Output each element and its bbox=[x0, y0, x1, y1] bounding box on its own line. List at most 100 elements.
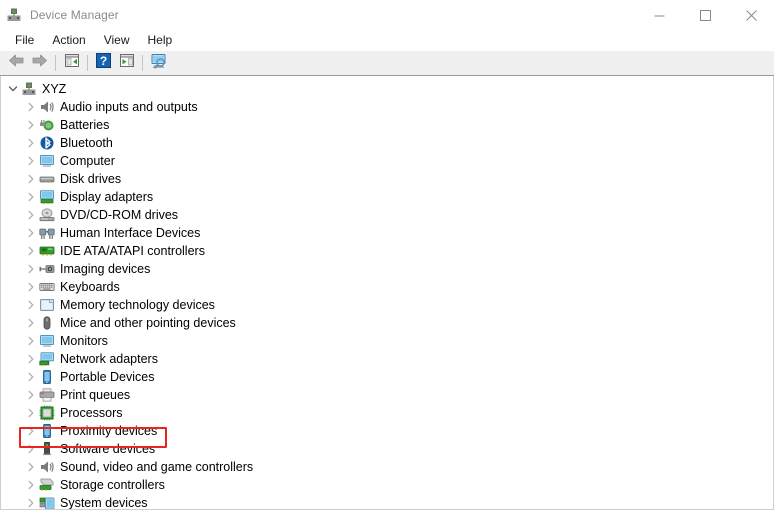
tree-item-label: Mice and other pointing devices bbox=[60, 316, 236, 330]
tree-item-batteries[interactable]: Batteries bbox=[1, 116, 773, 134]
back-arrow-icon bbox=[8, 53, 25, 73]
keyboard-icon bbox=[39, 279, 55, 295]
tree-item-label: Proximity devices bbox=[60, 424, 158, 438]
chevron-right-icon[interactable] bbox=[23, 171, 39, 187]
tree-item-mice-and-other-pointing-devices[interactable]: Mice and other pointing devices bbox=[1, 314, 773, 332]
tree-item-bluetooth[interactable]: Bluetooth bbox=[1, 134, 773, 152]
tree-item-label: Monitors bbox=[60, 334, 108, 348]
tree-item-network-adapters[interactable]: Network adapters bbox=[1, 350, 773, 368]
menu-item-file[interactable]: File bbox=[6, 31, 43, 50]
forward-arrow-icon bbox=[31, 53, 48, 73]
chevron-right-icon[interactable] bbox=[23, 369, 39, 385]
camera-icon bbox=[39, 261, 55, 277]
chevron-right-icon[interactable] bbox=[23, 243, 39, 259]
chevron-right-icon[interactable] bbox=[23, 135, 39, 151]
title-bar: Device Manager bbox=[0, 0, 774, 30]
chevron-right-icon[interactable] bbox=[23, 261, 39, 277]
chevron-right-icon[interactable] bbox=[23, 279, 39, 295]
chevron-right-icon[interactable] bbox=[23, 297, 39, 313]
battery-icon bbox=[39, 117, 55, 133]
tree-item-computer[interactable]: Computer bbox=[1, 152, 773, 170]
speaker-icon bbox=[39, 459, 55, 475]
tree-item-root[interactable]: XYZ bbox=[1, 80, 773, 98]
toolbar-separator-2 bbox=[87, 55, 88, 71]
chevron-right-icon[interactable] bbox=[23, 99, 39, 115]
chevron-right-icon[interactable] bbox=[23, 441, 39, 457]
chevron-right-icon[interactable] bbox=[23, 189, 39, 205]
toolbar-separator-1 bbox=[55, 55, 56, 71]
menu-item-action[interactable]: Action bbox=[43, 31, 94, 50]
chevron-right-icon[interactable] bbox=[23, 333, 39, 349]
menu-item-help[interactable]: Help bbox=[139, 31, 182, 50]
chevron-right-icon[interactable] bbox=[23, 423, 39, 439]
tree-item-label: Imaging devices bbox=[60, 262, 151, 276]
chevron-down-icon[interactable] bbox=[5, 81, 21, 97]
system-device-icon bbox=[39, 495, 55, 509]
chevron-right-icon[interactable] bbox=[23, 477, 39, 493]
tree-item-memory-technology-devices[interactable]: Memory technology devices bbox=[1, 296, 773, 314]
maximize-button[interactable] bbox=[682, 0, 728, 30]
tree-item-display-adapters[interactable]: Display adapters bbox=[1, 188, 773, 206]
device-tree[interactable]: XYZ Audio inputs and outputs Batteries B… bbox=[0, 76, 774, 510]
chevron-right-icon[interactable] bbox=[23, 207, 39, 223]
properties-icon bbox=[64, 53, 80, 73]
chevron-right-icon[interactable] bbox=[23, 387, 39, 403]
tree-item-dvd-cd-rom-drives[interactable]: DVD/CD-ROM drives bbox=[1, 206, 773, 224]
tree-item-ide-ata-atapi-controllers[interactable]: IDE ATA/ATAPI controllers bbox=[1, 242, 773, 260]
dvd-drive-icon bbox=[39, 207, 55, 223]
tree-item-storage-controllers[interactable]: Storage controllers bbox=[1, 476, 773, 494]
chevron-right-icon[interactable] bbox=[23, 351, 39, 367]
tree-item-keyboards[interactable]: Keyboards bbox=[1, 278, 773, 296]
tree-item-processors[interactable]: Processors bbox=[1, 404, 773, 422]
chevron-right-icon[interactable] bbox=[23, 225, 39, 241]
monitor-icon bbox=[39, 153, 55, 169]
back-button[interactable] bbox=[5, 52, 28, 74]
show-console-icon bbox=[119, 53, 135, 73]
tree-item-label: Storage controllers bbox=[60, 478, 165, 492]
network-adapter-icon bbox=[39, 351, 55, 367]
tree-item-audio-inputs-and-outputs[interactable]: Audio inputs and outputs bbox=[1, 98, 773, 116]
tree-item-portable-devices[interactable]: Portable Devices bbox=[1, 368, 773, 386]
chevron-right-icon[interactable] bbox=[23, 117, 39, 133]
tree-item-label: DVD/CD-ROM drives bbox=[60, 208, 179, 222]
menu-item-view[interactable]: View bbox=[95, 31, 139, 50]
forward-button[interactable] bbox=[28, 52, 51, 74]
tree-item-label: XYZ bbox=[42, 82, 67, 96]
tree-item-disk-drives[interactable]: Disk drives bbox=[1, 170, 773, 188]
tree-item-label: Portable Devices bbox=[60, 370, 155, 384]
tree-item-imaging-devices[interactable]: Imaging devices bbox=[1, 260, 773, 278]
properties-button[interactable] bbox=[60, 52, 83, 74]
tree-item-system-devices[interactable]: System devices bbox=[1, 494, 773, 509]
tree-item-label: Print queues bbox=[60, 388, 131, 402]
tree-item-label: IDE ATA/ATAPI controllers bbox=[60, 244, 205, 258]
monitor-icon bbox=[39, 333, 55, 349]
tree-item-label: Network adapters bbox=[60, 352, 158, 366]
window-title: Device Manager bbox=[30, 8, 119, 22]
processor-icon bbox=[39, 405, 55, 421]
chevron-right-icon[interactable] bbox=[23, 315, 39, 331]
tree-item-human-interface-devices[interactable]: Human Interface Devices bbox=[1, 224, 773, 242]
close-button[interactable] bbox=[728, 0, 774, 30]
display-adapter-icon bbox=[39, 189, 55, 205]
printer-icon bbox=[39, 387, 55, 403]
tree-item-sound-video-and-game-controllers[interactable]: Sound, video and game controllers bbox=[1, 458, 773, 476]
tree-item-proximity-devices[interactable]: Proximity devices bbox=[1, 422, 773, 440]
tree-item-label: Computer bbox=[60, 154, 115, 168]
help-button[interactable]: ? bbox=[92, 52, 115, 74]
window-controls bbox=[636, 0, 774, 30]
tree-item-software-devices[interactable]: Software devices bbox=[1, 440, 773, 458]
show-hidden-devices-button[interactable] bbox=[115, 52, 138, 74]
chevron-right-icon[interactable] bbox=[23, 405, 39, 421]
scan-hardware-changes-button[interactable] bbox=[147, 52, 170, 74]
minimize-button[interactable] bbox=[636, 0, 682, 30]
device-manager-icon bbox=[6, 7, 22, 23]
tree-item-label: Software devices bbox=[60, 442, 156, 456]
chevron-right-icon[interactable] bbox=[23, 495, 39, 509]
ide-controller-icon bbox=[39, 243, 55, 259]
chevron-right-icon[interactable] bbox=[23, 459, 39, 475]
tree-item-monitors[interactable]: Monitors bbox=[1, 332, 773, 350]
tree-item-label: Keyboards bbox=[60, 280, 120, 294]
chevron-right-icon[interactable] bbox=[23, 153, 39, 169]
tree-item-print-queues[interactable]: Print queues bbox=[1, 386, 773, 404]
menu-bar: File Action View Help bbox=[0, 30, 774, 51]
